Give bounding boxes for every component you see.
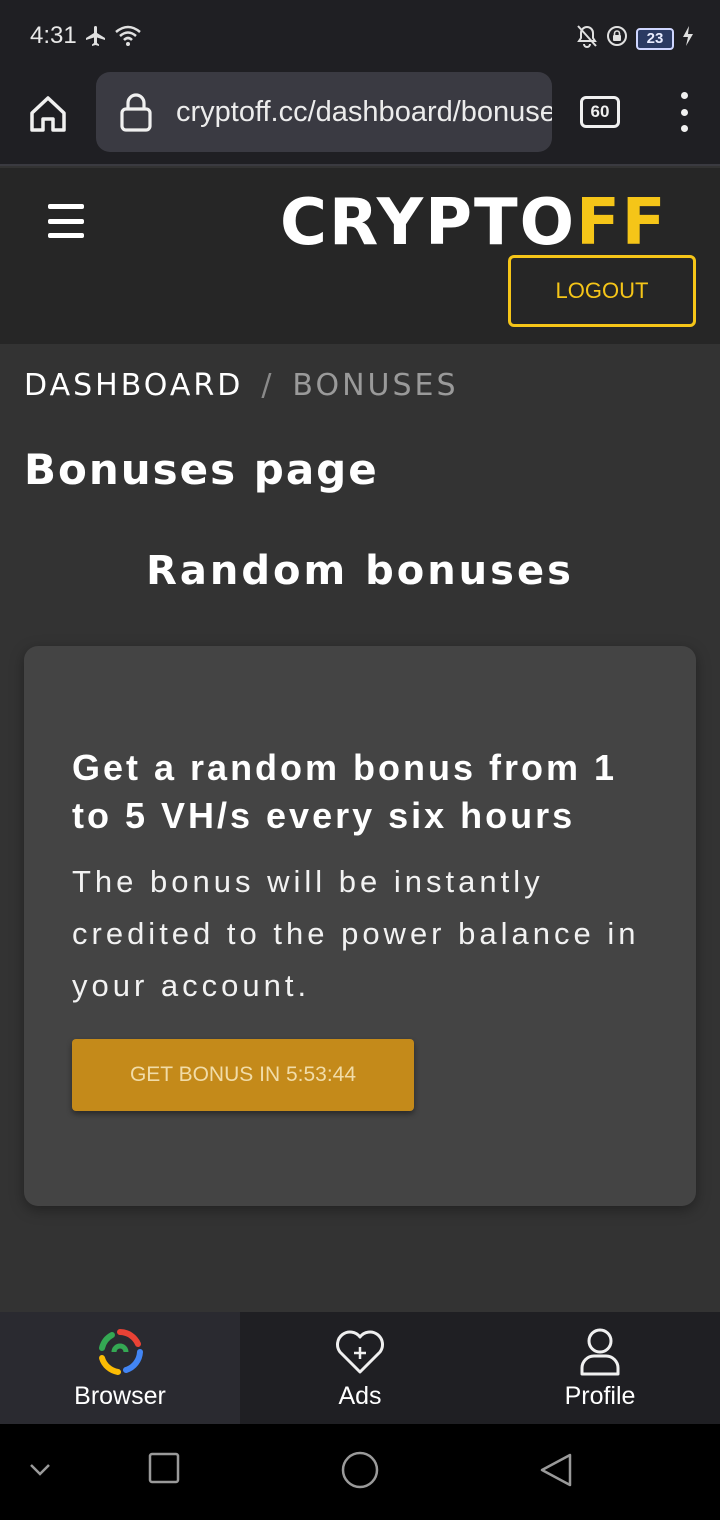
- bonus-heading: Get a random bonus from 1 to 5 VH/s ever…: [72, 747, 618, 836]
- site-header: CRYPTOFF LOGOUT: [0, 168, 720, 344]
- lock-icon: [118, 92, 154, 137]
- menu-dot: [680, 125, 688, 132]
- url-bar[interactable]: cryptoff.cc/dashboard/bonuses: [96, 72, 552, 152]
- home-icon: [30, 96, 66, 132]
- airplane-icon: [84, 24, 108, 53]
- menu-dot: [680, 92, 688, 99]
- logout-button[interactable]: LOGOUT: [508, 255, 696, 327]
- bell-off-icon: [576, 24, 598, 53]
- breadcrumb-separator: /: [261, 368, 275, 403]
- lock-rotation-icon: [606, 25, 628, 52]
- hamburger-menu-icon[interactable]: [48, 204, 84, 238]
- logo-text: CRYPTO: [280, 186, 577, 260]
- breadcrumb: DASHBOARD / BONUSES: [24, 368, 459, 403]
- nav-label-ads: Ads: [338, 1382, 382, 1410]
- back-icon[interactable]: [536, 1452, 576, 1493]
- heart-plus-icon: [334, 1326, 386, 1378]
- system-nav-bar: [0, 1424, 720, 1520]
- recents-icon[interactable]: [148, 1452, 180, 1489]
- bonus-card: Get a random bonus from 1 to 5 VH/s ever…: [24, 646, 696, 1206]
- nav-item-profile[interactable]: Profile: [480, 1312, 720, 1424]
- status-time: 4:31: [30, 22, 77, 49]
- home-icon[interactable]: [340, 1450, 380, 1495]
- battery-level: 23: [636, 27, 674, 50]
- nav-label-profile: Profile: [564, 1382, 636, 1410]
- nav-label-browser: Browser: [74, 1382, 166, 1410]
- site-logo[interactable]: CRYPTOFF: [280, 186, 668, 260]
- get-bonus-button[interactable]: GET BONUS IN 5:53:44: [72, 1039, 414, 1111]
- nav-item-browser[interactable]: Browser: [0, 1312, 240, 1424]
- status-left-icons: [84, 24, 142, 53]
- browser-toolbar: cryptoff.cc/dashboard/bonuses 60: [0, 72, 720, 166]
- tabs-count-button[interactable]: 60: [580, 96, 620, 128]
- nav-item-ads[interactable]: Ads: [240, 1312, 480, 1424]
- menu-dot: [680, 108, 688, 116]
- user-icon: [578, 1326, 622, 1378]
- status-right-icons: 23: [576, 24, 694, 53]
- logo-accent: FF: [576, 186, 668, 260]
- page-title: Bonuses page: [24, 445, 379, 494]
- breadcrumb-current: BONUSES: [292, 368, 459, 403]
- browser-logo-icon: [94, 1326, 146, 1378]
- charging-icon: [682, 25, 694, 52]
- section-title: Random bonuses: [146, 548, 574, 594]
- url-text: cryptoff.cc/dashboard/bonuses: [176, 96, 552, 128]
- wifi-icon: [114, 24, 142, 53]
- browser-home-button[interactable]: [24, 90, 72, 138]
- breadcrumb-dashboard[interactable]: DASHBOARD: [24, 368, 243, 403]
- collapse-icon[interactable]: [28, 1462, 52, 1483]
- browser-menu-button[interactable]: [672, 92, 696, 132]
- status-bar: 4:31 23: [0, 0, 720, 72]
- bottom-nav: Browser Ads Profile: [0, 1312, 720, 1424]
- battery-icon: 23: [636, 27, 674, 50]
- bonus-description: The bonus will be instantly credited to …: [72, 864, 640, 1003]
